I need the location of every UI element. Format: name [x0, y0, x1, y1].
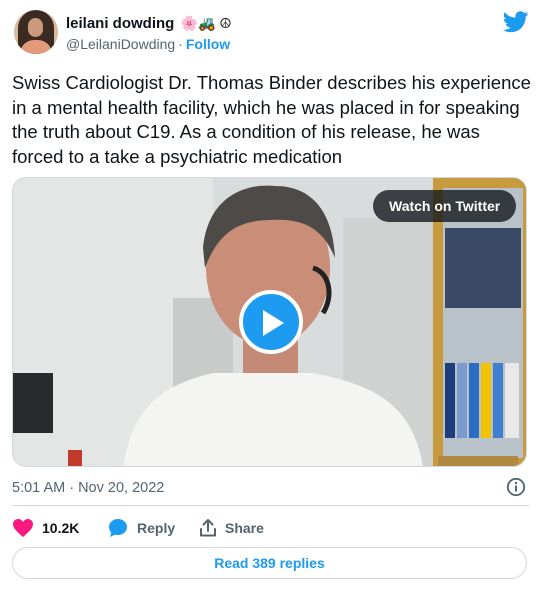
author-handle-line: @LeilaniDowding · Follow	[66, 35, 230, 53]
share-icon	[200, 519, 216, 537]
twitter-logo-icon[interactable]	[503, 11, 529, 33]
speech-bubble-icon	[109, 519, 127, 537]
author-display-name[interactable]: leilani dowding	[66, 15, 174, 32]
like-button[interactable]: 10.2K	[12, 517, 102, 539]
tweet-card: leilani dowding 🌸🚜 ☮ @LeilaniDowding · Fol…	[0, 0, 543, 592]
handle-separator: ·	[178, 36, 183, 52]
play-icon	[263, 310, 284, 336]
follow-link[interactable]: Follow	[186, 36, 230, 52]
share-button[interactable]: Share	[198, 517, 278, 539]
tweet-timestamp[interactable]: 5:01 AM · Nov 20, 2022	[12, 479, 164, 497]
author-name-emojis: 🌸🚜 ☮	[180, 15, 232, 31]
info-icon[interactable]	[506, 477, 526, 497]
reply-button[interactable]: Reply	[108, 517, 188, 539]
like-count: 10.2K	[42, 520, 80, 536]
watch-on-twitter-button[interactable]: Watch on Twitter	[373, 190, 517, 222]
author-name-line[interactable]: leilani dowding 🌸🚜 ☮	[66, 13, 232, 34]
author-avatar[interactable]	[14, 10, 58, 54]
reply-label: Reply	[137, 520, 176, 536]
author-handle[interactable]: @LeilaniDowding	[66, 36, 175, 52]
tweet-text: Swiss Cardiologist Dr. Thomas Binder des…	[12, 72, 531, 167]
play-button[interactable]	[239, 290, 303, 354]
heart-icon	[13, 519, 33, 537]
share-label: Share	[225, 520, 264, 536]
read-replies-button[interactable]: Read 389 replies	[12, 547, 527, 579]
divider	[12, 505, 529, 506]
video-media[interactable]: Watch on Twitter	[12, 177, 527, 467]
